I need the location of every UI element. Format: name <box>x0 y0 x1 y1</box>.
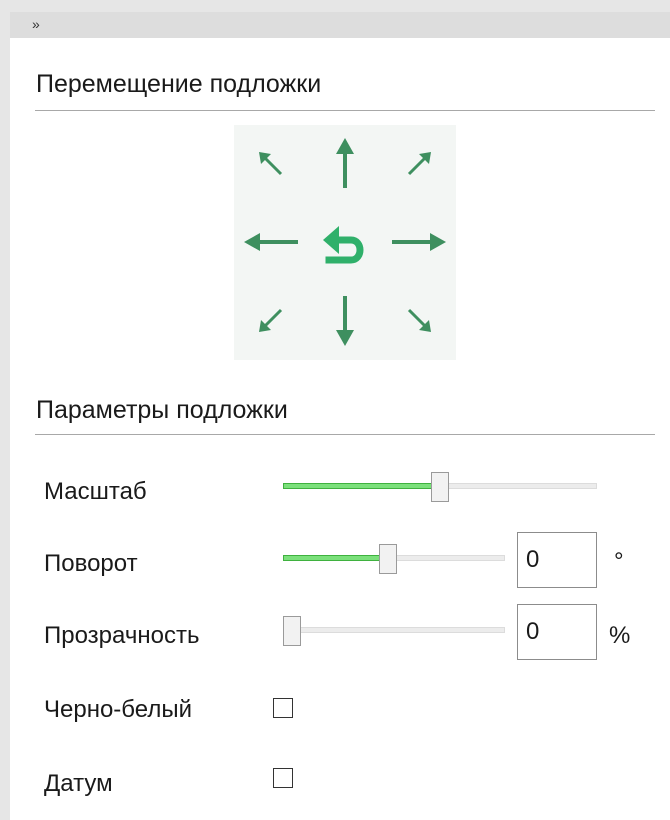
slider-fill <box>283 555 388 561</box>
rotation-slider[interactable] <box>283 544 505 574</box>
datum-checkbox[interactable] <box>273 768 293 788</box>
bw-checkbox[interactable] <box>273 698 293 718</box>
rotation-input[interactable]: 0 <box>517 532 597 588</box>
arrow-down-right-icon <box>407 308 431 332</box>
arrow-up-left-button[interactable] <box>234 125 308 203</box>
slider-fill <box>283 483 440 489</box>
reset-position-button[interactable] <box>308 203 382 281</box>
slider-thumb[interactable] <box>283 616 301 646</box>
arrow-down-button[interactable] <box>308 281 382 359</box>
arrow-down-right-button[interactable] <box>382 281 456 359</box>
bw-label: Черно-белый <box>44 696 192 723</box>
arrow-left-button[interactable] <box>234 203 308 281</box>
divider <box>35 434 655 435</box>
section-title-params: Параметры подложки <box>36 396 288 424</box>
datum-label: Датум <box>44 770 113 797</box>
move-pad <box>234 125 456 360</box>
opacity-label: Прозрачность <box>44 622 200 649</box>
opacity-input[interactable]: 0 <box>517 604 597 660</box>
arrow-up-right-icon <box>407 152 431 176</box>
collapse-icon[interactable]: » <box>32 12 54 36</box>
opacity-slider[interactable] <box>283 616 505 646</box>
scale-label: Масштаб <box>44 478 147 505</box>
arrow-up-icon <box>336 138 354 188</box>
arrow-left-icon <box>244 233 298 251</box>
slider-thumb[interactable] <box>431 472 449 502</box>
reset-icon <box>323 226 364 264</box>
arrow-right-button[interactable] <box>382 203 456 281</box>
arrow-up-right-button[interactable] <box>382 125 456 203</box>
degree-unit: ° <box>614 548 624 575</box>
arrow-up-button[interactable] <box>308 125 382 203</box>
rotation-label: Поворот <box>44 550 138 577</box>
slider-track <box>283 627 505 633</box>
slider-thumb[interactable] <box>378 544 397 574</box>
section-title-move: Перемещение подложки <box>36 70 322 98</box>
arrow-down-icon <box>336 296 354 346</box>
arrow-up-left-icon <box>259 152 283 176</box>
divider <box>35 110 655 111</box>
panel-header-bar: » <box>10 12 670 38</box>
arrow-down-left-icon <box>259 308 283 332</box>
percent-unit: % <box>609 622 631 649</box>
arrow-down-left-button[interactable] <box>234 281 308 359</box>
layer-panel: » Перемещение подложки Параметры подложк… <box>10 12 670 820</box>
arrow-right-icon <box>392 233 446 251</box>
scale-slider[interactable] <box>283 472 597 502</box>
